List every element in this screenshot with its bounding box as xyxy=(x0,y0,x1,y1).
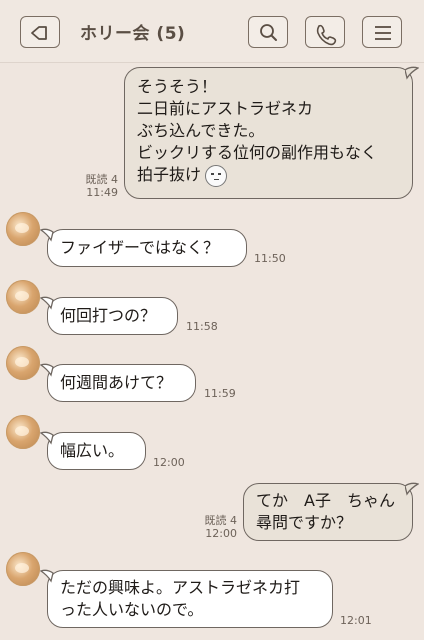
avatar[interactable] xyxy=(6,280,40,314)
bubble-tail xyxy=(40,296,54,310)
message-text: 尋問ですか？ xyxy=(256,513,353,532)
avatar[interactable] xyxy=(6,552,40,586)
message-text: ファイザーではなく？ xyxy=(60,238,220,257)
bubble-tail xyxy=(40,431,54,445)
read-receipt: 既読 4 12:00 xyxy=(189,514,238,540)
message-text: そうそう！ xyxy=(137,77,218,96)
bubble-tail xyxy=(40,569,54,583)
message-bubble-incoming[interactable]: 何週間あけて？ xyxy=(47,364,196,402)
message-bubble-incoming[interactable]: ファイザーではなく？ xyxy=(47,229,247,267)
message-bubble-incoming[interactable]: 幅広い。 xyxy=(47,432,146,470)
chat-header: ホリー会 (5) xyxy=(0,0,424,63)
back-button[interactable] xyxy=(20,16,60,48)
message-text-line: 拍子抜け xyxy=(137,164,400,187)
read-receipt: 既読 4 11:49 xyxy=(70,173,119,199)
read-count: 既読 4 xyxy=(85,173,119,186)
message-text: ただの興味よ。アストラゼネカ打 xyxy=(60,578,301,597)
menu-icon xyxy=(375,26,391,40)
read-count: 既読 4 xyxy=(204,514,238,527)
message-bubble-outgoing[interactable]: そうそう！ 二日前にアストラゼネカ ぶち込んできた。 ビックリする位何の副作用も… xyxy=(124,67,413,199)
message-text: 何回打つの？ xyxy=(60,306,157,325)
message-text: 二日前にアストラゼネカ xyxy=(137,99,314,118)
sleepy-face-emoji-icon xyxy=(205,164,228,187)
back-arrow-icon xyxy=(31,26,47,40)
message-text: った人いないので。 xyxy=(60,600,204,619)
message-text: ビックリする位何の副作用もなく xyxy=(137,143,378,162)
search-icon xyxy=(260,24,277,41)
message-time: 12:00 xyxy=(205,527,237,540)
message-time: 12:00 xyxy=(153,456,185,469)
message-text: てか A子 ちゃん xyxy=(256,491,395,510)
message-time: 11:49 xyxy=(86,186,118,199)
avatar[interactable] xyxy=(6,212,40,246)
avatar[interactable] xyxy=(6,415,40,449)
bubble-tail xyxy=(40,363,54,377)
message-bubble-incoming[interactable]: ただの興味よ。アストラゼネカ打 った人いないので。 xyxy=(47,570,333,628)
message-text: 拍子抜け xyxy=(137,165,202,184)
message-text: 何週間あけて？ xyxy=(60,373,173,392)
message-bubble-incoming[interactable]: 何回打つの？ xyxy=(47,297,178,335)
avatar[interactable] xyxy=(6,346,40,380)
message-time: 11:58 xyxy=(186,320,218,333)
message-text: ぶち込んできた。 xyxy=(137,121,265,140)
bubble-tail xyxy=(40,228,54,242)
message-bubble-outgoing[interactable]: てか A子 ちゃん 尋問ですか？ xyxy=(243,483,413,541)
search-button[interactable] xyxy=(248,16,288,48)
message-text: 幅広い。 xyxy=(60,441,125,460)
phone-icon xyxy=(316,24,337,46)
chat-title: ホリー会 (5) xyxy=(80,24,186,44)
message-time: 12:01 xyxy=(340,614,372,627)
call-button[interactable] xyxy=(305,16,345,48)
message-time: 11:59 xyxy=(204,387,236,400)
bubble-tail xyxy=(405,66,419,80)
bubble-tail xyxy=(405,482,419,496)
message-time: 11:50 xyxy=(254,252,286,265)
menu-button[interactable] xyxy=(362,16,402,48)
